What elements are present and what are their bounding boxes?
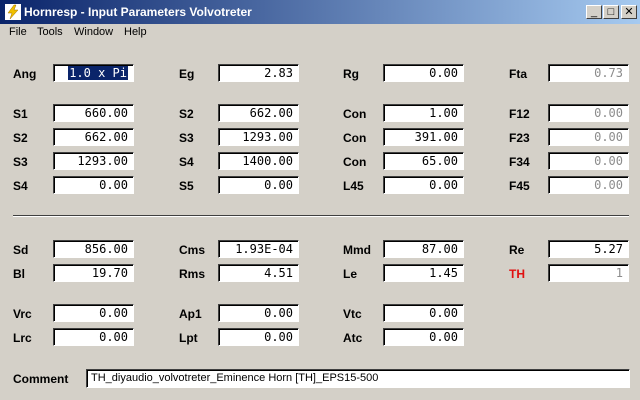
- field-ang-value: 1.0 x Pi: [68, 66, 128, 80]
- label-s4-left: S4: [13, 179, 28, 193]
- field-le[interactable]: 1.45: [383, 264, 464, 282]
- label-lpt: Lpt: [179, 331, 198, 345]
- menu-bar: File Tools Window Help: [0, 24, 640, 42]
- hornresp-window: Hornresp - Input Parameters Volvotreter …: [0, 0, 640, 400]
- label-f45: F45: [509, 179, 530, 193]
- label-sd: Sd: [13, 243, 29, 257]
- label-eg: Eg: [179, 67, 195, 81]
- field-eg[interactable]: 2.83: [218, 64, 299, 82]
- field-s1[interactable]: 660.00: [53, 104, 134, 122]
- field-con-2[interactable]: 391.00: [383, 128, 464, 146]
- label-lrc: Lrc: [13, 331, 32, 345]
- label-l45: L45: [343, 179, 364, 193]
- label-vrc: Vrc: [13, 307, 32, 321]
- label-s4: S4: [179, 155, 194, 169]
- field-atc[interactable]: 0.00: [383, 328, 464, 346]
- label-th: TH: [509, 267, 525, 281]
- minimize-button[interactable]: _: [586, 5, 602, 19]
- field-s5[interactable]: 0.00: [218, 176, 299, 194]
- label-cms: Cms: [179, 243, 206, 257]
- field-lpt[interactable]: 0.00: [218, 328, 299, 346]
- title-bar[interactable]: Hornresp - Input Parameters Volvotreter …: [0, 0, 640, 24]
- field-re[interactable]: 5.27: [548, 240, 629, 258]
- field-f23: 0.00: [548, 128, 629, 146]
- label-mmd: Mmd: [343, 243, 371, 257]
- comment-field[interactable]: TH_diyaudio_volvotreter_Eminence Horn [T…: [86, 369, 630, 388]
- field-s3-top[interactable]: 1293.00: [218, 128, 299, 146]
- field-f12: 0.00: [548, 104, 629, 122]
- field-con-3[interactable]: 65.00: [383, 152, 464, 170]
- label-atc: Atc: [343, 331, 363, 345]
- label-ang: Ang: [13, 67, 37, 81]
- field-lrc[interactable]: 0.00: [53, 328, 134, 346]
- field-rms[interactable]: 4.51: [218, 264, 299, 282]
- field-mmd[interactable]: 87.00: [383, 240, 464, 258]
- label-f12: F12: [509, 107, 530, 121]
- label-le: Le: [343, 267, 358, 281]
- label-re: Re: [509, 243, 525, 257]
- field-con-1[interactable]: 1.00: [383, 104, 464, 122]
- label-f23: F23: [509, 131, 530, 145]
- field-sd[interactable]: 856.00: [53, 240, 134, 258]
- menu-file[interactable]: File: [9, 26, 27, 38]
- field-f45: 0.00: [548, 176, 629, 194]
- label-s2: S2: [179, 107, 194, 121]
- label-fta: Fta: [509, 67, 527, 81]
- label-s1: S1: [13, 107, 28, 121]
- label-con-2: Con: [343, 131, 367, 145]
- label-s3: S3: [179, 131, 194, 145]
- field-fta: 0.73: [548, 64, 629, 82]
- label-s5: S5: [179, 179, 194, 193]
- field-vtc[interactable]: 0.00: [383, 304, 464, 322]
- field-l45[interactable]: 0.00: [383, 176, 464, 194]
- label-vtc: Vtc: [343, 307, 362, 321]
- hornresp-lightning-icon: [5, 4, 21, 20]
- label-f34: F34: [509, 155, 530, 169]
- menu-window[interactable]: Window: [74, 26, 113, 38]
- label-bl: Bl: [13, 267, 25, 281]
- field-s4[interactable]: 0.00: [53, 176, 134, 194]
- window-title: Hornresp - Input Parameters Volvotreter: [24, 5, 252, 19]
- field-s2-top[interactable]: 662.00: [218, 104, 299, 122]
- field-ang[interactable]: 1.0 x Pi: [53, 64, 134, 82]
- field-s3[interactable]: 1293.00: [53, 152, 134, 170]
- label-con-3: Con: [343, 155, 367, 169]
- section-divider: [13, 215, 629, 217]
- field-bl[interactable]: 19.70: [53, 264, 134, 282]
- label-rms: Rms: [179, 267, 206, 281]
- label-s3-left: S3: [13, 155, 28, 169]
- label-con-1: Con: [343, 107, 367, 121]
- label-comment: Comment: [13, 372, 69, 386]
- field-f34: 0.00: [548, 152, 629, 170]
- field-cms[interactable]: 1.93E-04: [218, 240, 299, 258]
- label-ap1: Ap1: [179, 307, 202, 321]
- field-th[interactable]: 1: [548, 264, 629, 282]
- field-s2[interactable]: 662.00: [53, 128, 134, 146]
- menu-tools[interactable]: Tools: [37, 26, 63, 38]
- label-rg: Rg: [343, 67, 359, 81]
- label-s2-left: S2: [13, 131, 28, 145]
- field-s4-top[interactable]: 1400.00: [218, 152, 299, 170]
- field-ap1[interactable]: 0.00: [218, 304, 299, 322]
- menu-help[interactable]: Help: [124, 26, 147, 38]
- field-vrc[interactable]: 0.00: [53, 304, 134, 322]
- field-rg[interactable]: 0.00: [383, 64, 464, 82]
- maximize-button[interactable]: □: [603, 5, 619, 19]
- close-button[interactable]: ✕: [621, 5, 637, 19]
